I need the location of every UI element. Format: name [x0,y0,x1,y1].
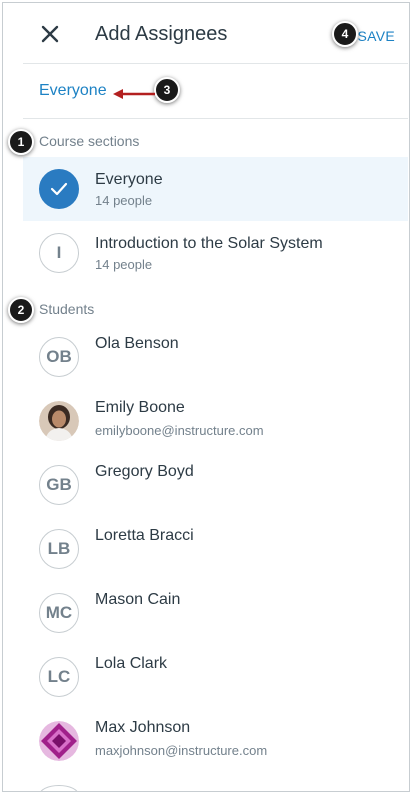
student-name: Lola Clark [95,655,168,672]
avatar: LC [39,657,79,697]
avatar-photo [39,401,79,441]
avatar-pattern [39,721,79,761]
section-count: 14 people [95,193,153,208]
student-row-loretta-bracci[interactable]: LB Loretta Bracci [23,517,408,581]
student-name: Emily Boone [95,399,185,416]
callout-badge: 2 [8,297,34,323]
section-row-everyone[interactable]: Everyone 14 people [23,157,408,221]
student-name: Gregory Boyd [95,463,194,480]
callout-badge: 3 [154,77,180,103]
check-icon [39,169,79,209]
student-row-gregory-boyd[interactable]: GB Gregory Boyd [23,453,408,517]
save-button[interactable]: SAVE [357,28,395,44]
student-row-lola-clark[interactable]: LC Lola Clark [23,645,408,709]
assignee-screen: Add Assignees SAVE Everyone Course secti… [2,2,410,792]
section-name: Introduction to the Solar System [95,235,323,252]
student-name: Loretta Bracci [95,527,194,544]
avatar: I [39,233,79,273]
avatar: MC [39,593,79,633]
student-row-mason-cain[interactable]: MC Mason Cain [23,581,408,645]
page-title: Add Assignees [95,23,228,45]
section-row-introduction[interactable]: I Introduction to the Solar System 14 pe… [23,221,408,285]
next-row-peek [39,785,79,791]
section-header-students: Students [39,301,95,317]
avatar: OB [39,337,79,377]
avatar: GB [39,465,79,505]
student-row-max-johnson[interactable]: Max Johnson maxjohnson@instructure.com [23,709,408,773]
student-row-ola-benson[interactable]: OB Ola Benson [23,325,408,389]
student-email: emilyboone@instructure.com [95,423,264,438]
callout-badge: 1 [8,129,34,155]
student-email: maxjohnson@instructure.com [95,743,268,758]
callout-badge: 4 [332,21,358,47]
divider [23,118,408,119]
section-header-course-sections: Course sections [39,133,140,149]
section-name: Everyone [95,171,163,188]
red-arrow-icon [113,87,155,105]
selected-assignees-bar: Everyone [3,64,409,118]
selected-assignee-chip[interactable]: Everyone [39,82,107,100]
close-icon[interactable] [39,23,61,45]
student-name: Mason Cain [95,591,181,608]
student-name: Max Johnson [95,719,191,736]
student-row-emily-boone[interactable]: Emily Boone emilyboone@instructure.com [23,389,408,453]
student-name: Ola Benson [95,335,179,352]
avatar: LB [39,529,79,569]
section-count: 14 people [95,257,153,272]
